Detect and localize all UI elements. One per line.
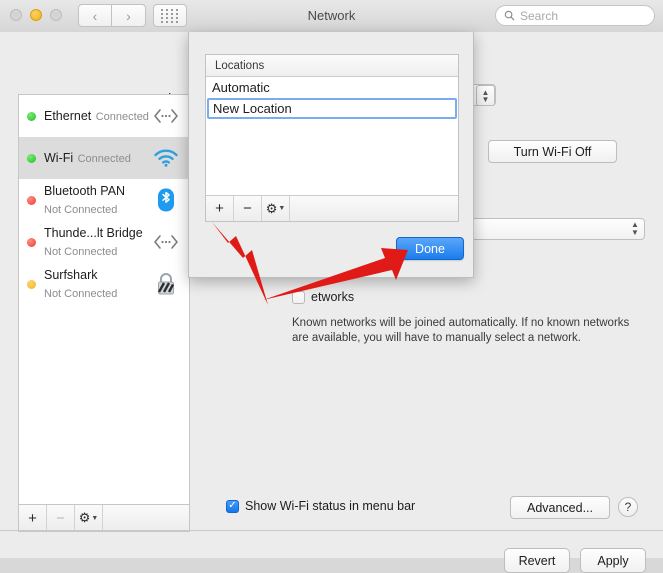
revert-button[interactable]: Revert	[504, 548, 570, 573]
help-button[interactable]: ?	[618, 497, 638, 517]
ethernet-icon	[151, 229, 181, 255]
status-dot	[27, 237, 36, 247]
service-status: Connected	[77, 153, 131, 165]
service-status: Not Connected	[44, 204, 118, 216]
service-row-ethernet[interactable]: Ethernet Connected	[19, 95, 189, 137]
divider	[0, 530, 663, 531]
gear-icon: ⚙	[78, 510, 91, 525]
ask-to-join-hotspots-checkbox[interactable]	[292, 290, 305, 304]
service-row-thunderbolt-bridge[interactable]: Thunde...lt Bridge Not Connected	[19, 221, 189, 263]
service-list-panel: Ethernet Connected Wi-Fi Connected Bluet…	[18, 94, 190, 532]
location-name-input[interactable]: New Location	[207, 98, 457, 119]
vpn-lock-icon	[151, 271, 181, 297]
status-dot	[27, 153, 36, 163]
apply-button[interactable]: Apply	[580, 548, 646, 573]
status-dot	[27, 279, 36, 289]
show-wifi-status-label: Show Wi-Fi status in menu bar	[245, 499, 416, 513]
chevron-updown-icon: ▲ ▼	[631, 220, 639, 237]
service-list-toolbar: + − ⚙ ▼	[19, 504, 189, 531]
service-text: Wi-Fi Connected	[44, 149, 151, 167]
service-status: Not Connected	[44, 246, 118, 258]
chevron-down-icon: ▼	[278, 205, 286, 212]
service-row-bluetooth-pan[interactable]: Bluetooth PAN Not Connected	[19, 179, 189, 221]
service-name: Bluetooth PAN	[44, 184, 126, 198]
show-wifi-status-row[interactable]: ✓ Show Wi-Fi status in menu bar	[226, 499, 415, 513]
toolbar-filler	[103, 505, 189, 531]
ethernet-icon	[151, 103, 181, 129]
locations-sheet: Locations Automatic New Location + − ⚙ ▼ …	[188, 32, 474, 278]
service-text: Bluetooth PAN Not Connected	[44, 182, 151, 218]
wifi-icon	[151, 145, 181, 171]
turn-wifi-off-button[interactable]: Turn Wi-Fi Off	[488, 140, 617, 163]
service-row-wifi[interactable]: Wi-Fi Connected	[19, 137, 189, 179]
service-name: Ethernet	[44, 109, 92, 123]
locations-toolbar: + − ⚙ ▼	[206, 195, 458, 221]
titlebar: ‹ › Network Search	[0, 0, 663, 33]
service-status: Not Connected	[44, 288, 118, 300]
service-name: Surfshark	[44, 268, 98, 282]
location-row-automatic[interactable]: Automatic	[206, 77, 458, 98]
service-name: Wi-Fi	[44, 151, 74, 165]
service-name: Thunde...lt Bridge	[44, 226, 143, 240]
advanced-button[interactable]: Advanced...	[510, 496, 610, 519]
bluetooth-icon	[151, 187, 181, 213]
location-actions-gear-button[interactable]: ⚙ ▼	[262, 196, 290, 221]
done-button[interactable]: Done	[396, 237, 464, 260]
search-placeholder: Search	[520, 8, 559, 23]
service-row-surfshark[interactable]: Surfshark Not Connected	[19, 263, 189, 305]
chevron-down-icon: ▼	[91, 514, 99, 522]
status-dot	[27, 111, 36, 121]
service-list: Ethernet Connected Wi-Fi Connected Bluet…	[19, 95, 189, 504]
ask-to-join-hotspots-label: etworks	[311, 290, 355, 304]
gear-icon: ⚙	[265, 200, 278, 216]
remove-service-button[interactable]: −	[47, 505, 75, 531]
ask-to-join-hotspots-row[interactable]: etworks	[292, 290, 354, 304]
status-dot	[27, 195, 36, 205]
search-field[interactable]: Search	[495, 5, 655, 26]
network-preferences-window: ‹ › Network Search Loc ▲▼	[0, 0, 663, 573]
show-wifi-status-checkbox[interactable]: ✓	[226, 499, 239, 513]
search-icon	[504, 10, 515, 21]
remove-location-button[interactable]: −	[234, 196, 262, 221]
service-text: Ethernet Connected	[44, 107, 151, 125]
add-service-button[interactable]: +	[19, 505, 47, 531]
service-status: Connected	[95, 111, 149, 123]
toolbar-filler	[290, 196, 458, 221]
service-actions-gear-button[interactable]: ⚙ ▼	[75, 505, 103, 531]
service-text: Surfshark Not Connected	[44, 266, 151, 302]
service-text: Thunde...lt Bridge Not Connected	[44, 224, 151, 260]
locations-table: Locations Automatic New Location + − ⚙ ▼	[205, 54, 459, 222]
locations-column-header: Locations	[206, 55, 458, 77]
known-networks-help-text: Known networks will be joined automatica…	[292, 317, 630, 344]
add-location-button[interactable]: +	[206, 196, 234, 221]
